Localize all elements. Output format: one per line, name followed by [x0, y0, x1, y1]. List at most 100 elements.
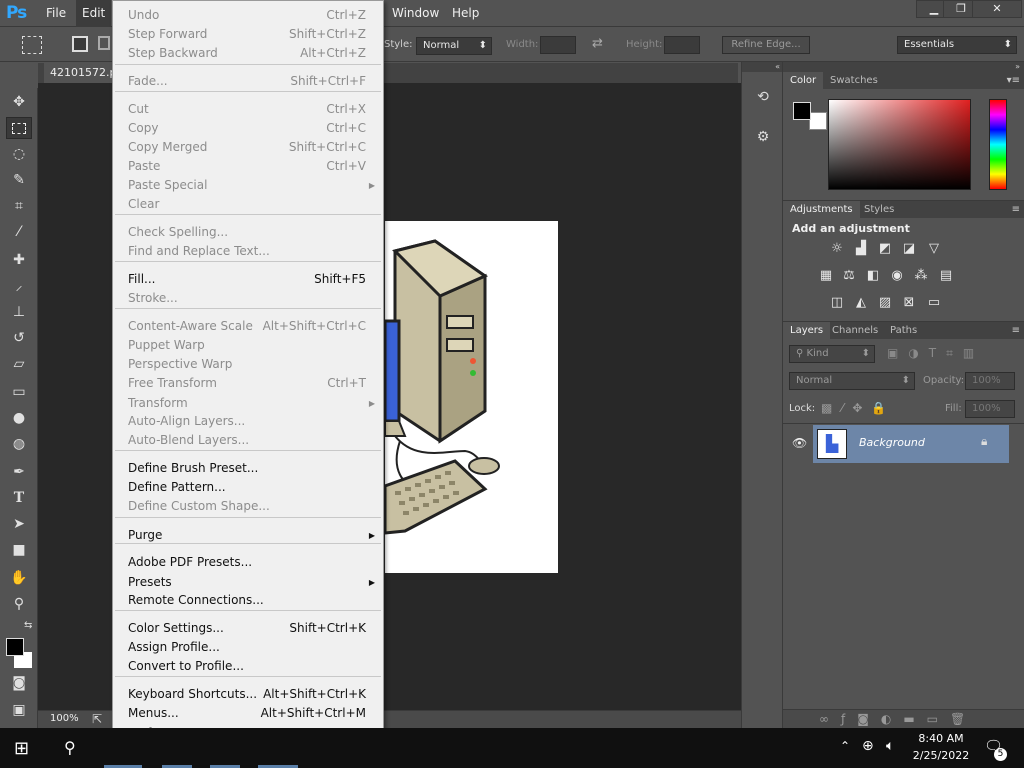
opacity-input[interactable]: 100%	[965, 372, 1015, 390]
refine-edge-button[interactable]: Refine Edge...	[722, 36, 810, 54]
lasso-tool-icon[interactable]: ◌	[6, 143, 32, 165]
selective-color-icon[interactable]: ⊠	[901, 296, 917, 310]
healing-brush-icon[interactable]: ✚	[6, 249, 32, 271]
hue-slider[interactable]	[989, 99, 1007, 190]
layer-action-icons[interactable]: ∞ƒ◙◐▬▭🗑︎	[819, 712, 977, 726]
hue-saturation-icon[interactable]: ▦	[818, 269, 834, 283]
rectangular-marquee-icon[interactable]	[6, 117, 32, 139]
levels-icon[interactable]: ▟	[853, 242, 869, 256]
hand-tool-icon[interactable]: ✋	[6, 567, 32, 589]
color-balance-icon[interactable]: ⚖	[841, 269, 857, 283]
menu-help[interactable]: Help	[446, 0, 485, 27]
edit-menu-item[interactable]: Remote Connections...	[113, 591, 383, 610]
brightness-icon[interactable]: ☼	[829, 242, 845, 256]
lock-icon[interactable]: 🔒︎	[981, 434, 987, 449]
quick-mask-icon[interactable]: ◙	[6, 672, 32, 694]
crop-tool-icon[interactable]: ⌗	[6, 195, 32, 217]
tab-adjustments[interactable]: Adjustments	[783, 201, 860, 218]
channel-mixer-icon[interactable]: ⁂	[913, 269, 929, 283]
panel-menu-icon[interactable]: ≡	[1012, 201, 1020, 218]
brush-tool-icon[interactable]: ⸝	[6, 275, 32, 297]
collapse-icon[interactable]: «	[742, 62, 782, 72]
fill-input[interactable]: 100%	[965, 400, 1015, 418]
threshold-icon[interactable]: ▨	[877, 296, 893, 310]
layer-row-background[interactable]: ▙ Background 🔒︎	[813, 425, 1009, 463]
edit-menu-item[interactable]: Menus... Alt+Shift+Ctrl+M	[113, 704, 383, 723]
panel-menu-icon[interactable]: ≡	[1012, 322, 1020, 339]
document-tab[interactable]: 42101572.pn	[44, 63, 118, 83]
eye-icon[interactable]: 👁︎	[792, 436, 807, 450]
height-input[interactable]	[664, 36, 700, 54]
eraser-icon[interactable]: ▱	[6, 353, 32, 375]
type-tool-icon[interactable]: T	[6, 487, 32, 509]
history-brush-icon[interactable]: ↺	[6, 327, 32, 349]
tab-layers[interactable]: Layers	[783, 322, 831, 339]
foreground-color-chip[interactable]	[793, 102, 811, 120]
clock-date[interactable]: 2/25/2022	[908, 749, 974, 762]
edit-menu-item[interactable]: Presets ▶	[113, 573, 383, 592]
export-icon[interactable]: ⇱	[92, 712, 102, 726]
background-color-chip[interactable]	[809, 112, 827, 130]
gradient-map-icon[interactable]: ▭	[926, 296, 942, 310]
new-selection-icon[interactable]	[72, 36, 88, 52]
dodge-tool-icon[interactable]: ◍	[6, 433, 32, 455]
clone-stamp-icon[interactable]: ⊥	[6, 301, 32, 323]
edit-menu-item[interactable]: Adobe PDF Presets...	[113, 553, 383, 572]
quick-selection-icon[interactable]: ✎	[6, 169, 32, 191]
close-button[interactable]: ✕	[972, 0, 1022, 18]
history-panel-icon[interactable]: ⟲	[752, 86, 774, 108]
lock-icons[interactable]: ▩⁄✥🔒	[821, 401, 895, 415]
swap-icon[interactable]: ⇄	[592, 36, 603, 51]
menu-file[interactable]: File	[40, 0, 72, 27]
blur-tool-icon[interactable]: ●	[6, 407, 32, 429]
add-selection-icon[interactable]	[98, 36, 110, 50]
tab-paths[interactable]: Paths	[883, 322, 924, 339]
vibrance-icon[interactable]: ▽	[926, 242, 942, 256]
black-white-icon[interactable]: ◧	[865, 269, 881, 283]
rectangle-tool-icon[interactable]: ■	[6, 539, 32, 561]
layer-filter-icons[interactable]: ▣◑T⌗▥	[887, 346, 984, 361]
edit-menu-item[interactable]: Color Settings... Shift+Ctrl+K	[113, 619, 383, 638]
marquee-preset-icon[interactable]	[22, 36, 42, 54]
zoom-level[interactable]: 100%	[50, 713, 79, 724]
color-field[interactable]	[828, 99, 971, 190]
volume-icon[interactable]: 🔈︎	[886, 738, 894, 754]
style-select[interactable]: Normal ⬍	[416, 37, 492, 55]
layer-name[interactable]: Background	[859, 436, 925, 449]
foreground-color-swatch[interactable]	[6, 638, 24, 656]
edit-menu-item[interactable]: Convert to Profile...	[113, 657, 383, 676]
exposure-icon[interactable]: ◪	[901, 242, 917, 256]
curves-icon[interactable]: ◩	[877, 242, 893, 256]
zoom-tool-icon[interactable]: ⚲	[6, 593, 32, 615]
color-lookup-icon[interactable]: ▤	[938, 269, 954, 283]
screen-mode-icon[interactable]: ▣	[6, 699, 32, 721]
search-icon[interactable]: ⚲	[64, 738, 76, 757]
move-tool-icon[interactable]: ✥	[6, 91, 32, 113]
tab-styles[interactable]: Styles	[857, 201, 901, 218]
panel-menu-icon[interactable]: ▾≡	[1007, 72, 1020, 89]
pen-tool-icon[interactable]: ✒	[6, 461, 32, 483]
properties-panel-icon[interactable]: ⚙	[752, 126, 774, 148]
menu-edit[interactable]: Edit	[76, 0, 112, 27]
swap-colors-icon[interactable]: ⇆	[24, 620, 32, 631]
chevron-up-icon[interactable]: ⌃	[840, 739, 850, 753]
layer-filter-select[interactable]: ⚲ Kind ⬍	[789, 345, 875, 363]
edit-menu-item[interactable]: Assign Profile...	[113, 638, 383, 657]
edit-menu-item[interactable]: Fill... Shift+F5	[113, 270, 383, 289]
tab-swatches[interactable]: Swatches	[823, 72, 885, 89]
clock-time[interactable]: 8:40 AM	[908, 732, 974, 745]
edit-menu-item[interactable]: Keyboard Shortcuts... Alt+Shift+Ctrl+K	[113, 685, 383, 704]
workspace-select[interactable]: Essentials ⬍	[897, 36, 1017, 54]
eyedropper-icon[interactable]: ⁄	[6, 221, 32, 243]
path-selection-icon[interactable]: ➤	[6, 513, 32, 535]
tab-channels[interactable]: Channels	[825, 322, 885, 339]
width-input[interactable]	[540, 36, 576, 54]
invert-icon[interactable]: ◫	[829, 296, 845, 310]
posterize-icon[interactable]: ◭	[853, 296, 869, 310]
edit-menu-item[interactable]: Define Brush Preset...	[113, 459, 383, 478]
tab-color[interactable]: Color	[783, 72, 824, 89]
gradient-tool-icon[interactable]: ▭	[6, 381, 32, 403]
document-image[interactable]	[385, 221, 558, 573]
blend-mode-select[interactable]: Normal ⬍	[789, 372, 915, 390]
edit-menu-item[interactable]: Define Pattern...	[113, 478, 383, 497]
